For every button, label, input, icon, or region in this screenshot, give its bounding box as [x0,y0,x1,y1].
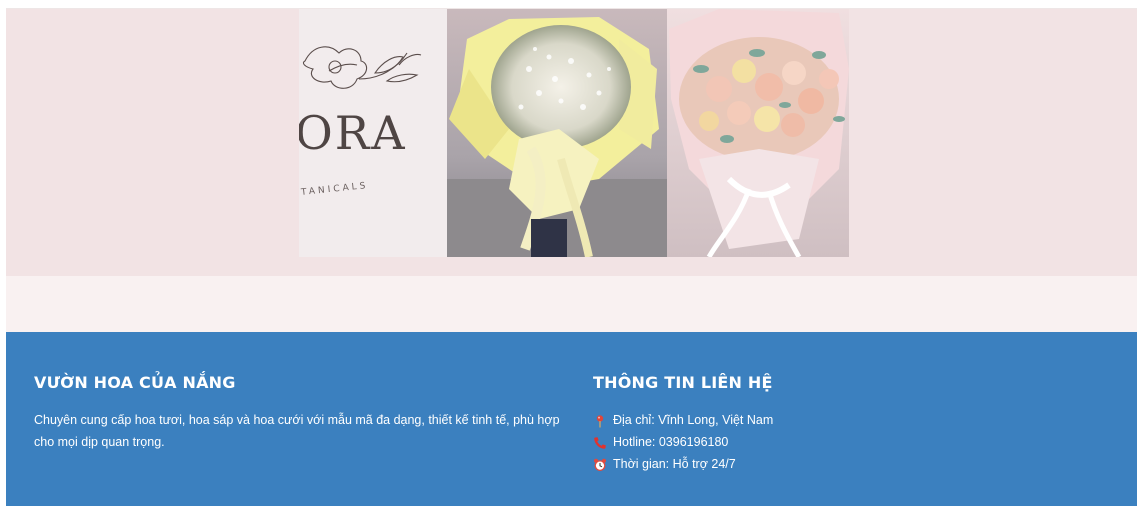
footer-contact-title: THÔNG TIN LIÊN HỆ [593,373,773,392]
hero-section: ORA TANICALS [6,9,1137,276]
site-footer: VƯỜN HOA CỦA NẮNG Chuyên cung cấp hoa tư… [6,332,1137,506]
rose-bouquet-photo [667,9,849,257]
top-edge [6,0,1137,9]
footer-about: VƯỜN HOA CỦA NẮNG Chuyên cung cấp hoa tư… [34,372,564,453]
baby-breath-bouquet-photo [447,9,667,257]
contact-hotline[interactable]: Hotline: 0396196180 [593,431,993,453]
footer-contact: THÔNG TIN LIÊN HỆ Địa chỉ: Vĩnh Long, Vi… [593,372,993,475]
contact-hours-text: Thời gian: Hỗ trợ 24/7 [613,457,736,471]
map-pin-icon [593,413,607,428]
banner-collage: ORA TANICALS [299,9,849,257]
contact-address: Địa chỉ: Vĩnh Long, Việt Nam [593,409,993,431]
page: ORA TANICALS VƯỜN HOA CỦA NẮNG Chuyên cu… [6,0,1137,506]
section-spacer [6,276,1137,332]
contact-hours: Thời gian: Hỗ trợ 24/7 [593,453,993,475]
contact-address-text: Địa chỉ: Vĩnh Long, Việt Nam [613,413,774,427]
contact-hotline-text[interactable]: Hotline: 0396196180 [613,431,728,453]
logo-wordmark: ORA [299,106,407,160]
footer-about-description: Chuyên cung cấp hoa tươi, hoa sáp và hoa… [34,413,560,449]
alarm-clock-icon [593,457,607,471]
phone-icon [593,435,607,449]
footer-about-title: VƯỜN HOA CỦA NẮNG [34,373,236,392]
hero-banner-image: ORA TANICALS [299,9,849,257]
